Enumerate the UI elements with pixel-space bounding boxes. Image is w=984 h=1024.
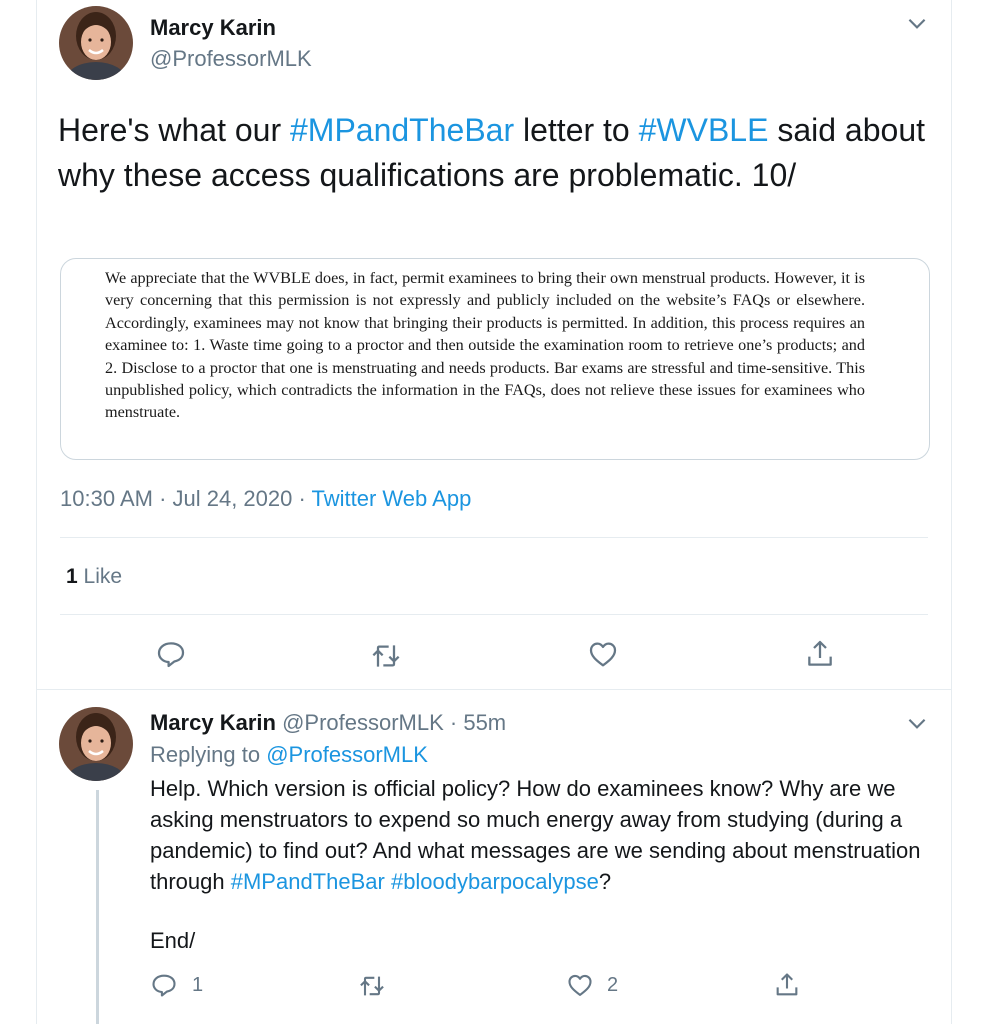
reply-end-text: End/ [150,928,196,953]
divider [60,614,928,615]
share-icon[interactable] [773,971,801,999]
reply-text-part: ? [598,869,612,894]
like-count: 2 [607,974,619,996]
document-excerpt: We appreciate that the WVBLE does, in fa… [105,269,865,422]
tweet-meta: 10:30 AM · Jul 24, 2020 · Twitter Web Ap… [60,486,471,512]
left-border [36,0,37,1024]
reply-icon[interactable] [155,638,187,670]
retweet-icon[interactable] [370,640,402,672]
attached-image[interactable]: We appreciate that the WVBLE does, in fa… [60,258,930,460]
heart-icon[interactable] [587,638,619,670]
like-count-label: Like [77,565,123,588]
replying-label: Replying to [150,742,267,767]
avatar[interactable] [59,707,133,781]
thread-line [96,790,99,1024]
like-count-number: 1 [66,565,78,588]
replying-to: Replying to @ProfessorMLK [150,742,428,768]
reply-header: Marcy Karin @ProfessorMLK · 55m [150,710,506,736]
source-app[interactable]: Twitter Web App [312,486,472,511]
reply-author-meta[interactable]: @ProfessorMLK · 55m [276,710,506,735]
hashtag-mpandthebar[interactable]: #MPandTheBar [231,869,385,894]
reply-count: 1 [192,974,204,996]
tweet-separator [36,689,952,690]
hashtag-bloodybarpocalypse[interactable]: #bloodybarpocalypse [391,869,599,894]
reply-text: Help. Which version is official policy? … [150,773,940,897]
hashtag-wvble[interactable]: #WVBLE [639,112,769,148]
author-handle[interactable]: @ProfessorMLK [150,46,312,72]
timestamp[interactable]: 10:30 AM · Jul 24, 2020 · [60,486,312,511]
divider [60,537,928,538]
hashtag-mpandthebar[interactable]: #MPandTheBar [290,112,514,148]
chevron-down-icon[interactable] [904,710,930,736]
reply-icon[interactable] [150,971,178,999]
tweet-text-part: letter to [514,112,639,148]
author-name[interactable]: Marcy Karin [150,15,276,41]
share-icon[interactable] [804,638,836,670]
reply-author-name[interactable]: Marcy Karin [150,710,276,735]
replying-handle[interactable]: @ProfessorMLK [266,742,428,767]
retweet-icon[interactable] [358,972,386,1000]
tweet-text-part: Here's what our [58,112,290,148]
tweet-text: Here's what our #MPandTheBar letter to #… [58,108,928,198]
chevron-down-icon[interactable] [904,10,930,36]
heart-icon[interactable] [566,971,594,999]
avatar[interactable] [59,6,133,80]
like-count[interactable]: 1 Like [66,565,122,589]
right-border [951,0,952,1024]
